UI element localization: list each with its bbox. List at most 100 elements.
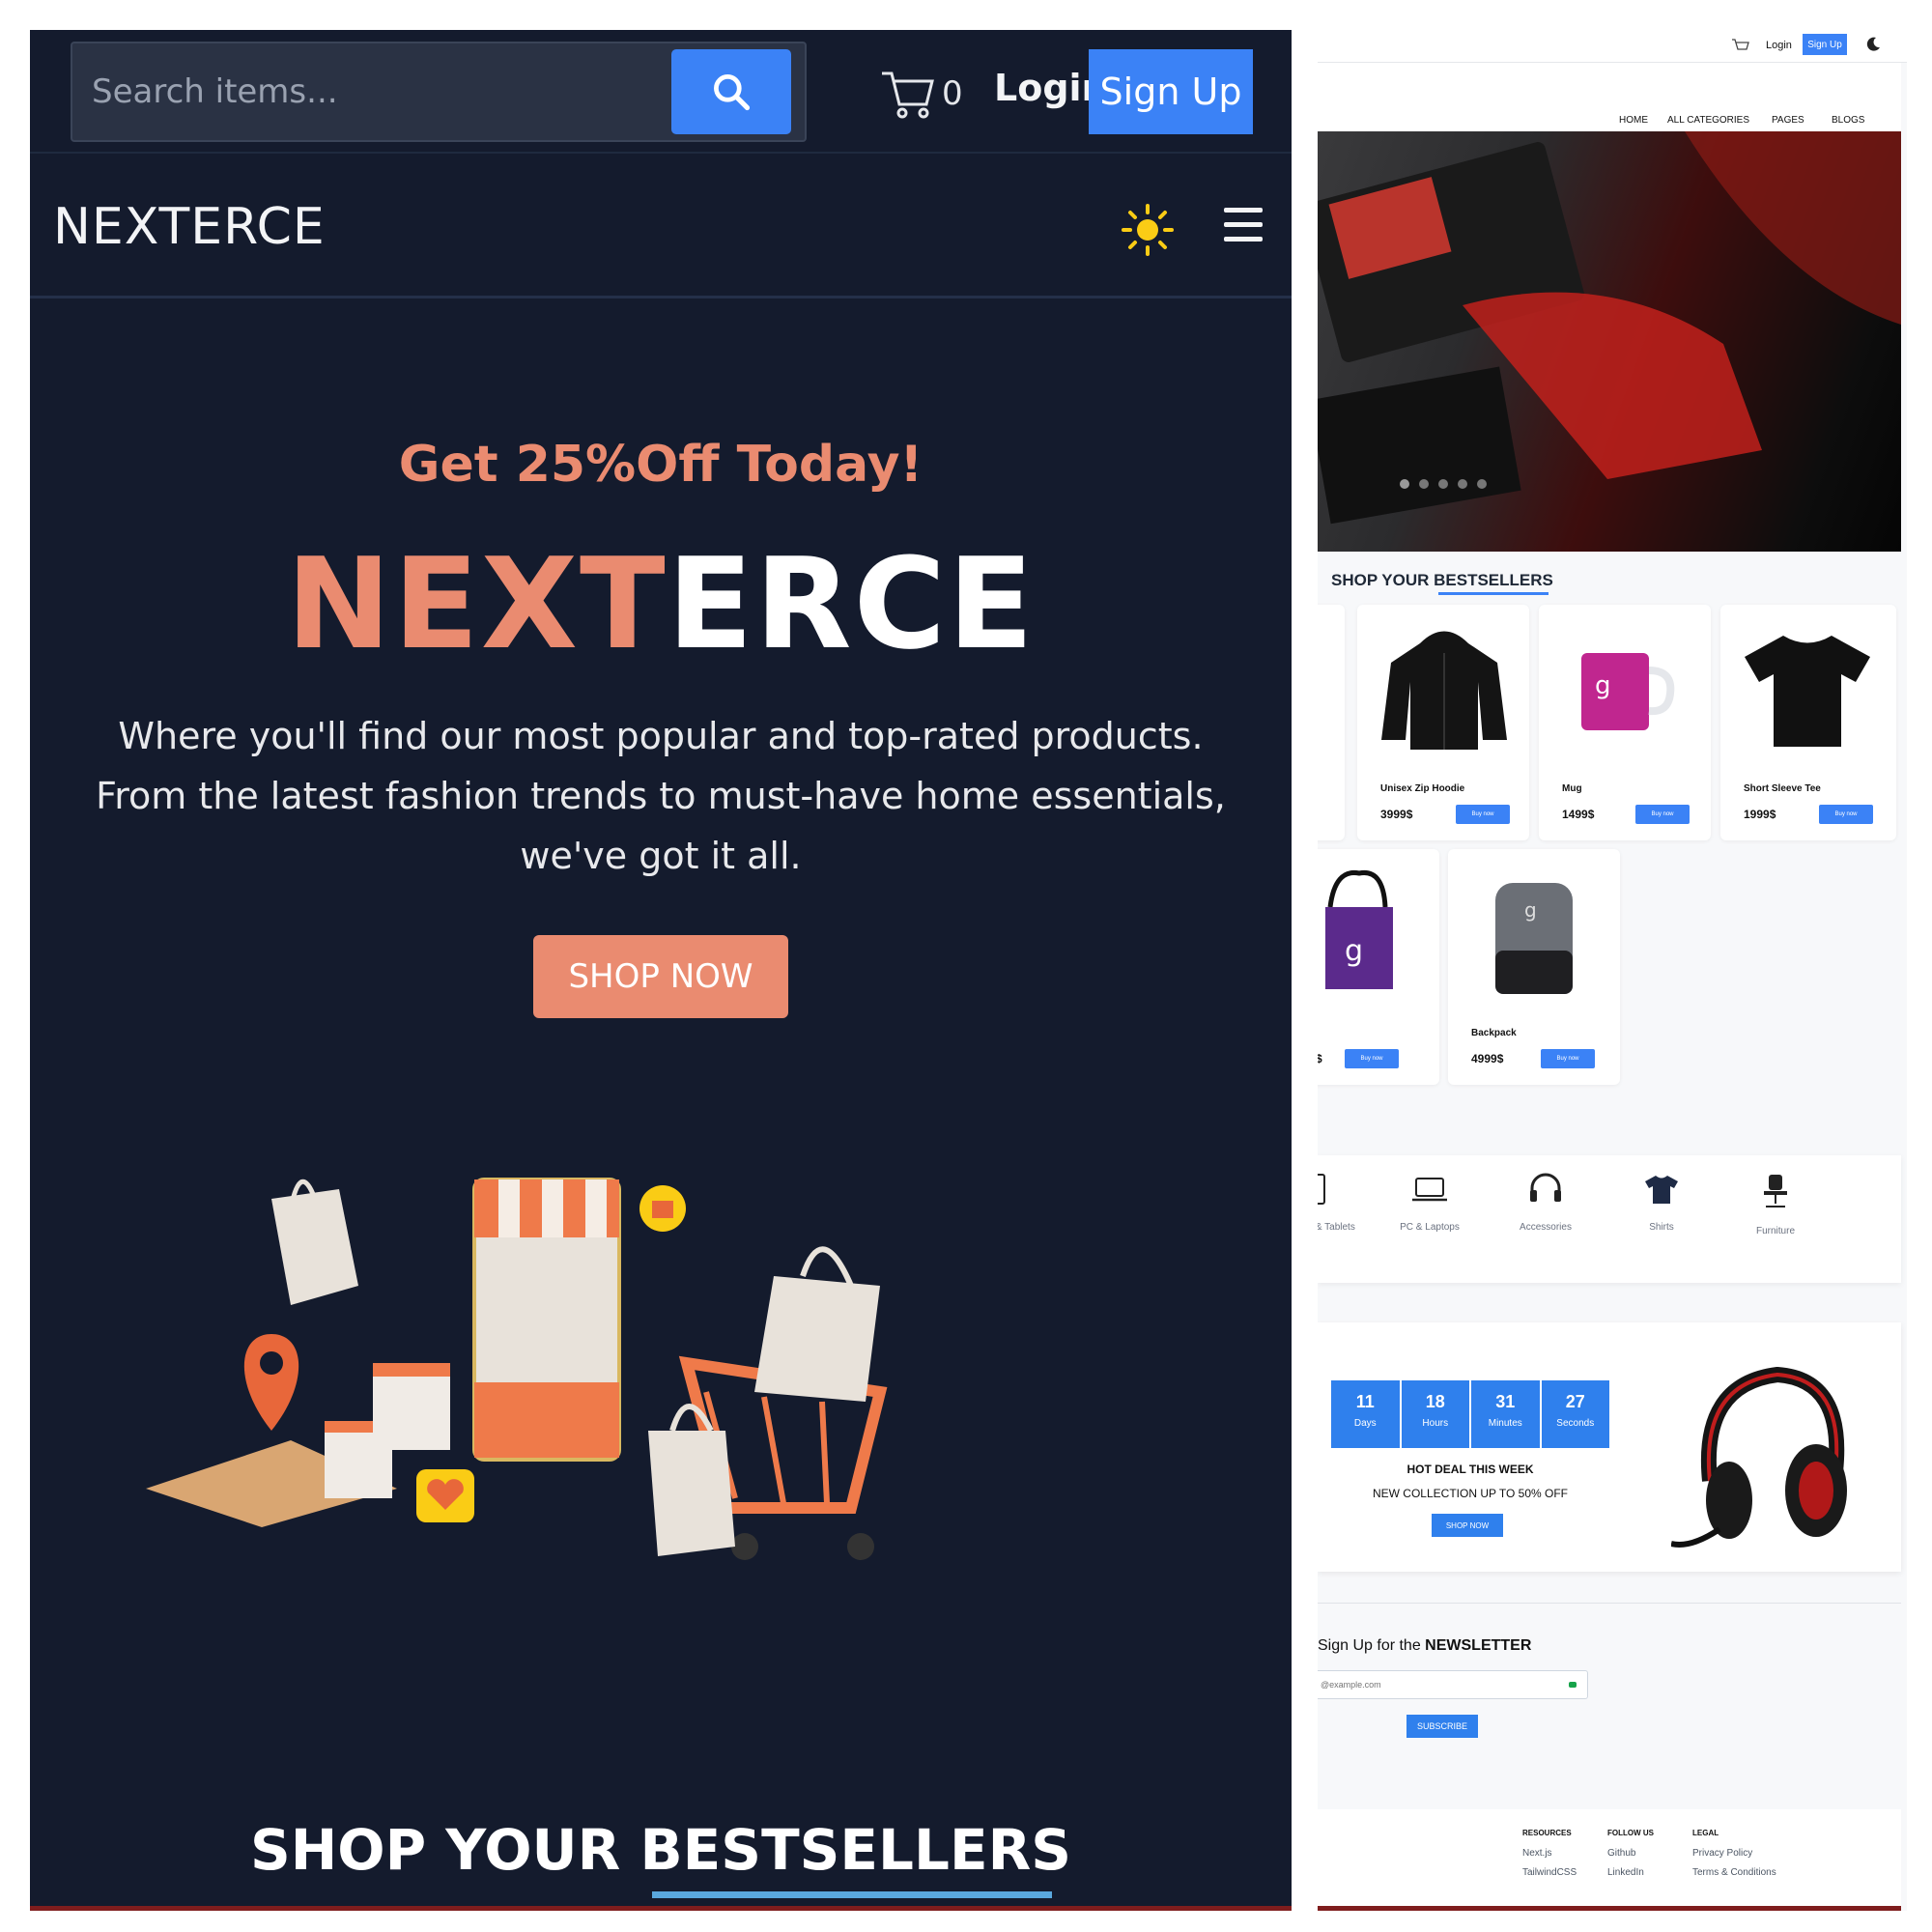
footer-heading: FOLLOW US xyxy=(1607,1829,1654,1837)
product-name: Unisex Zip Hoodie xyxy=(1380,783,1465,794)
nav-blogs[interactable]: BLOGS xyxy=(1832,115,1864,126)
footer-link[interactable]: LinkedIn xyxy=(1607,1867,1644,1878)
shirt-icon xyxy=(1645,1176,1678,1204)
headphone-image xyxy=(1671,1366,1847,1548)
section-title-underline xyxy=(652,1891,1052,1898)
hero-banner-image xyxy=(1318,131,1901,552)
backpack-image: g xyxy=(1495,883,1573,994)
product-name: Mug xyxy=(1562,783,1582,794)
shopping-illustration xyxy=(146,1178,888,1560)
bottom-border xyxy=(1318,1906,1901,1911)
product-name: Backpack xyxy=(1471,1028,1517,1038)
countdown-timer: 11 Days 18 Hours 31 Minutes 27 Seconds xyxy=(1331,1380,1609,1448)
category-shirts[interactable]: Shirts xyxy=(1613,1173,1710,1233)
category-furniture[interactable]: Furniture xyxy=(1727,1173,1824,1236)
countdown-minutes: 31 Minutes xyxy=(1471,1380,1542,1448)
deal-title: HOT DEAL THIS WEEK xyxy=(1406,1463,1534,1476)
countdown-hours: 18 Hours xyxy=(1402,1380,1471,1448)
footer-link[interactable]: Terms & Conditions xyxy=(1692,1867,1776,1878)
bottom-border xyxy=(30,1906,1292,1911)
mug-image: g xyxy=(1581,653,1675,730)
product-card-partial xyxy=(1318,605,1345,840)
category-pc-laptops[interactable]: PC & Laptops xyxy=(1381,1173,1478,1233)
newsletter-email-input[interactable] xyxy=(1318,1670,1588,1699)
divider xyxy=(1318,1603,1901,1604)
countdown-days: 11 Days xyxy=(1331,1380,1402,1448)
svg-text:g: g xyxy=(1345,934,1363,968)
svg-text:g: g xyxy=(1524,898,1537,922)
product-card[interactable]: Short Sleeve Tee 1999$ Buy now xyxy=(1720,605,1896,840)
footer-link[interactable]: Privacy Policy xyxy=(1692,1848,1752,1859)
cart-button[interactable]: 0 xyxy=(880,65,967,123)
category-phones-tablets[interactable]: Phones & Tablets xyxy=(1318,1173,1366,1233)
login-link[interactable]: Login xyxy=(1766,40,1792,51)
hero-title-accent: NEXT xyxy=(286,530,668,677)
shop-now-button[interactable]: SHOP NOW xyxy=(533,935,788,1018)
category-accessories[interactable]: Accessories xyxy=(1497,1173,1594,1233)
hero-description: Where you'll find our most popular and t… xyxy=(96,715,1226,877)
section-title: SHOP YOUR BESTSELLERS xyxy=(249,1817,1072,1883)
mobile-view: 0 Login Sign Up NEXTERCE Get 25%Off Toda… xyxy=(30,30,1292,1911)
nav-pages[interactable]: PAGES xyxy=(1772,115,1804,126)
buy-now-button[interactable]: Buy now xyxy=(1345,1049,1399,1068)
svg-text:g: g xyxy=(1595,671,1611,700)
signup-button[interactable]: Sign Up xyxy=(1803,34,1847,55)
input-status-icon xyxy=(1569,1682,1577,1688)
footer-link[interactable]: Next.js xyxy=(1522,1848,1552,1859)
search-button[interactable] xyxy=(671,49,791,134)
footer-heading: LEGAL xyxy=(1692,1829,1719,1837)
product-price: $ xyxy=(1318,1052,1322,1065)
buy-now-button[interactable]: Buy now xyxy=(1635,805,1690,824)
nav-home[interactable]: HOME xyxy=(1619,115,1648,126)
search-box xyxy=(71,42,807,142)
footer-link[interactable]: TailwindCSS xyxy=(1522,1867,1577,1878)
search-input[interactable] xyxy=(92,43,652,140)
buy-now-button[interactable]: Buy now xyxy=(1456,805,1510,824)
headset-icon xyxy=(1530,1173,1561,1202)
buy-now-button[interactable]: Buy now xyxy=(1819,805,1873,824)
search-icon xyxy=(714,74,751,111)
subscribe-button[interactable]: SUBSCRIBE xyxy=(1406,1715,1478,1738)
product-price: 1999$ xyxy=(1744,808,1776,821)
product-card[interactable]: g Mug 1499$ Buy now xyxy=(1539,605,1711,840)
footer-heading: RESOURCES xyxy=(1522,1829,1572,1837)
phone-icon xyxy=(1318,1174,1325,1205)
footer: RESOURCES Next.js TailwindCSS FOLLOW US … xyxy=(1318,1809,1901,1906)
deal-shop-now-button[interactable]: SHOP NOW xyxy=(1432,1514,1503,1537)
footer-link[interactable]: Github xyxy=(1607,1848,1635,1859)
top-bar: 0 Login Sign Up xyxy=(30,30,1292,154)
product-card[interactable]: g Backpack 4999$ Buy now xyxy=(1448,849,1620,1085)
brand-logo[interactable]: NEXTERCE xyxy=(53,198,326,256)
nav-bar: NEXTERCE xyxy=(30,156,1292,298)
product-price: 3999$ xyxy=(1380,808,1413,821)
buy-now-button[interactable]: Buy now xyxy=(1541,1049,1595,1068)
chair-icon xyxy=(1764,1175,1787,1208)
newsletter-title: Sign Up for the NEWSLETTER xyxy=(1318,1637,1532,1654)
product-name: Short Sleeve Tee xyxy=(1744,783,1821,794)
moon-icon[interactable] xyxy=(1864,36,1882,53)
hero-title: NEXTERCE xyxy=(30,530,1292,677)
sun-icon[interactable] xyxy=(1122,204,1174,256)
promo-text: Get 25%Off Today! xyxy=(398,436,923,494)
product-price: 1499$ xyxy=(1562,808,1595,821)
cart-icon[interactable] xyxy=(1731,38,1750,53)
tote-bag-image: g xyxy=(1325,869,1393,989)
section-title: SHOP YOUR BESTSELLERS xyxy=(1331,571,1553,589)
desktop-top-bar: Login Sign Up xyxy=(1318,30,1907,63)
cart-icon xyxy=(882,71,934,119)
product-card[interactable]: g $ Buy now xyxy=(1318,849,1439,1085)
categories-strip: Phones & Tablets PC & Laptops Accessorie… xyxy=(1318,1155,1901,1283)
hero-title-rest: ERCE xyxy=(667,530,1036,677)
section-title-underline xyxy=(1438,592,1548,595)
product-price: 4999$ xyxy=(1471,1052,1504,1065)
hot-deal-section: 11 Days 18 Hours 31 Minutes 27 Seconds HOT D… xyxy=(1318,1322,1901,1572)
hamburger-menu-icon[interactable] xyxy=(1224,208,1263,242)
deal-subtitle: NEW COLLECTION UP TO 50% OFF xyxy=(1372,1487,1569,1500)
nav-all-categories[interactable]: ALL CATEGORIES xyxy=(1667,115,1749,126)
countdown-seconds: 27 Seconds xyxy=(1556,1392,1595,1429)
hoodie-image xyxy=(1381,631,1507,750)
product-card[interactable]: Unisex Zip Hoodie 3999$ Buy now xyxy=(1357,605,1529,840)
signup-button[interactable]: Sign Up xyxy=(1089,49,1253,134)
desktop-view: Login Sign Up HOME ALL CATEGORIES PAGES … xyxy=(1318,30,1907,1911)
cart-count: 0 xyxy=(942,74,963,113)
